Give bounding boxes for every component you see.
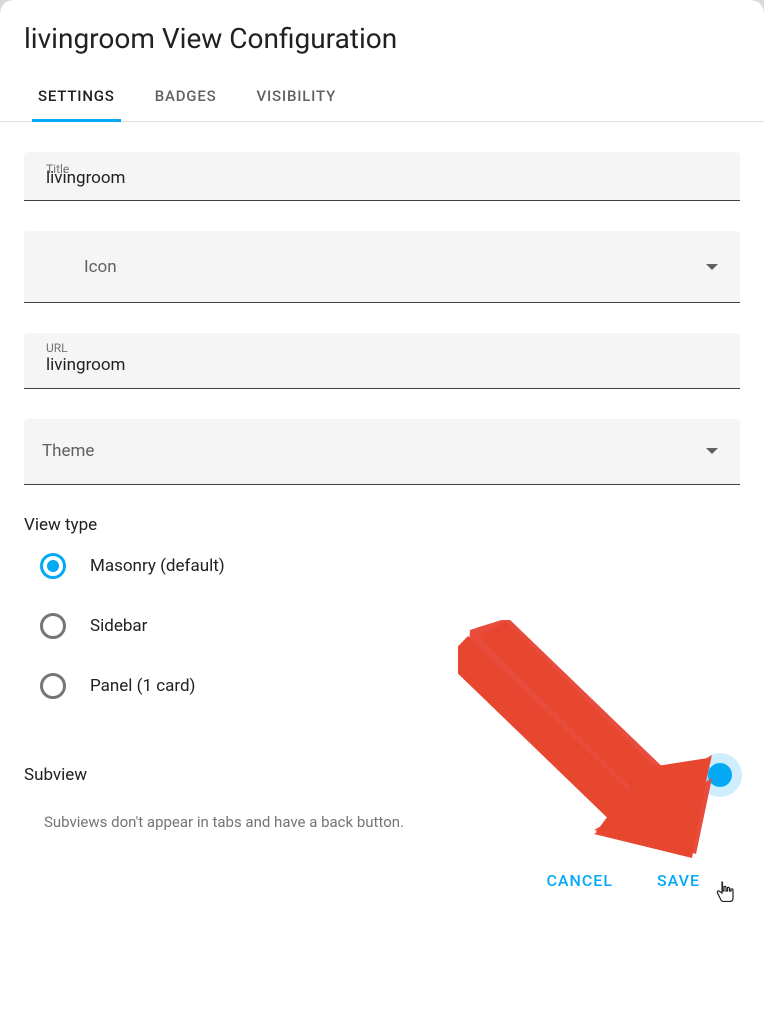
radio-icon: [40, 613, 66, 639]
settings-panel: Title livingroom Icon URL livingroom The…: [0, 122, 764, 890]
subview-row: Subview: [24, 765, 740, 785]
dialog-footer: CANCEL SAVE: [24, 831, 740, 890]
cancel-button[interactable]: CANCEL: [546, 871, 613, 890]
title-field[interactable]: Title livingroom: [24, 152, 740, 201]
chevron-down-icon: [706, 448, 718, 454]
tabs-bar: SETTINGS BADGES VISIBILITY: [0, 73, 764, 122]
url-label: URL: [46, 341, 68, 355]
url-field[interactable]: URL livingroom: [24, 333, 740, 388]
radio-label: Sidebar: [90, 616, 147, 636]
radio-label: Masonry (default): [90, 556, 225, 576]
theme-dropdown[interactable]: Theme: [24, 419, 740, 485]
icon-dropdown[interactable]: Icon: [24, 231, 740, 303]
subview-hint: Subviews don't appear in tabs and have a…: [24, 813, 740, 831]
view-type-radio-group: Masonry (default) Sidebar Panel (1 card): [24, 553, 740, 699]
theme-label: Theme: [42, 441, 94, 461]
tab-visibility[interactable]: VISIBILITY: [251, 73, 343, 122]
save-button[interactable]: SAVE: [657, 871, 700, 890]
radio-label: Panel (1 card): [90, 676, 195, 696]
subview-toggle[interactable]: [684, 765, 728, 785]
radio-masonry[interactable]: Masonry (default): [40, 553, 740, 579]
corner-decoration: [752, 0, 764, 12]
tab-badges[interactable]: BADGES: [149, 73, 223, 122]
dialog-container: livingroom View Configuration SETTINGS B…: [0, 0, 764, 890]
subview-label: Subview: [24, 765, 87, 785]
radio-panel[interactable]: Panel (1 card): [40, 673, 740, 699]
radio-sidebar[interactable]: Sidebar: [40, 613, 740, 639]
toggle-thumb: [708, 763, 732, 787]
dialog-title: livingroom View Configuration: [0, 12, 764, 73]
cursor-pointer-icon: [716, 880, 736, 907]
radio-icon: [40, 553, 66, 579]
chevron-down-icon: [706, 264, 718, 270]
radio-icon: [40, 673, 66, 699]
url-value: livingroom: [46, 355, 718, 375]
view-type-label: View type: [24, 515, 740, 535]
corner-decoration: [0, 0, 12, 12]
title-value: livingroom: [46, 168, 718, 188]
tab-settings[interactable]: SETTINGS: [32, 73, 121, 122]
icon-label: Icon: [84, 257, 117, 277]
title-label: Title: [46, 162, 69, 176]
